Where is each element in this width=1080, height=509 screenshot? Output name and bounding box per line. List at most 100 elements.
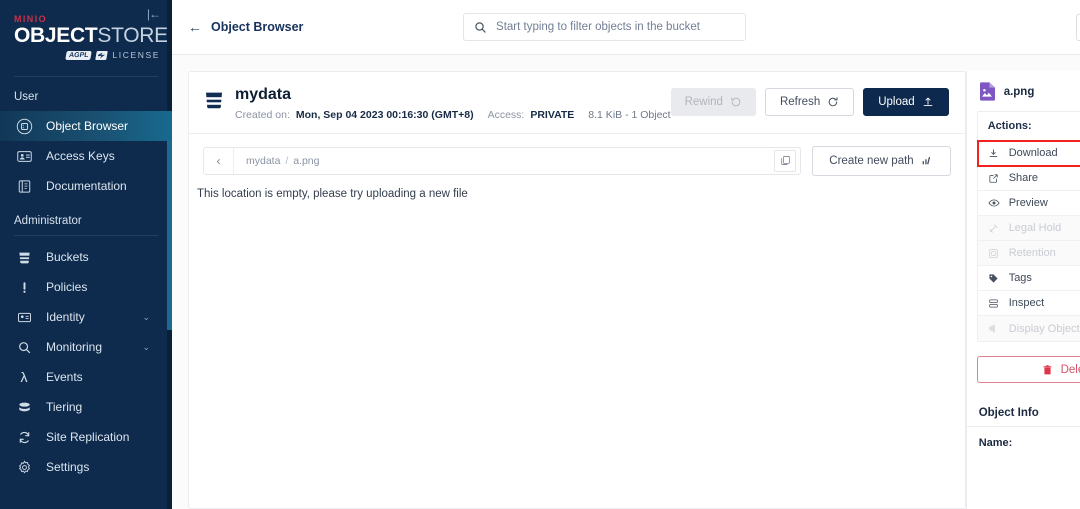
sidebar-item-access-keys[interactable]: Access Keys bbox=[0, 141, 172, 171]
arrow-left-icon: ← bbox=[188, 19, 202, 35]
topbar: ← Object Browser bbox=[172, 0, 1080, 55]
breadcrumb[interactable]: ‹ mydata / a.png bbox=[203, 146, 802, 175]
gear-icon[interactable] bbox=[1075, 13, 1080, 41]
trash-icon bbox=[1043, 364, 1052, 374]
new-path-icon bbox=[922, 157, 930, 165]
main-area: ← Object Browser Start typing to filter … bbox=[172, 0, 1080, 509]
agpl-badge: AGPL bbox=[65, 50, 93, 60]
search-icon bbox=[475, 21, 486, 33]
sidebar-item-label: Identity bbox=[46, 310, 85, 324]
search-box[interactable] bbox=[463, 13, 747, 41]
sidebar-item-label: Site Replication bbox=[46, 430, 130, 444]
monitoring-icon bbox=[14, 337, 34, 357]
sidebar-item-site-replication[interactable]: Site Replication bbox=[0, 422, 172, 452]
bucket-actions: Rewind Refresh Upload bbox=[670, 86, 949, 116]
copy-icon[interactable] bbox=[774, 149, 797, 172]
collapse-sidebar-icon[interactable]: |← bbox=[147, 8, 161, 20]
sidebar-item-tiering[interactable]: Tiering bbox=[0, 392, 172, 422]
sidebar-item-label: Monitoring bbox=[46, 340, 103, 354]
site-replication-icon bbox=[14, 427, 34, 447]
bucket-meta: Created on: Mon, Sep 04 2023 00:16:30 (G… bbox=[235, 109, 671, 121]
refresh-button[interactable]: Refresh bbox=[764, 88, 855, 116]
action-inspect[interactable]: Inspect bbox=[977, 291, 1080, 316]
breadcrumb-file[interactable]: a.png bbox=[293, 155, 319, 167]
bucket-icon bbox=[203, 89, 225, 116]
retention-icon bbox=[988, 248, 1000, 259]
upload-label: Upload bbox=[878, 96, 915, 108]
access-value: PRIVATE bbox=[530, 108, 575, 121]
action-label: Legal Hold bbox=[1008, 222, 1062, 234]
action-label: Preview bbox=[1008, 197, 1048, 209]
sidebar-section-user: User bbox=[14, 91, 39, 103]
action-download[interactable]: Download bbox=[976, 140, 1080, 167]
sidebar-item-label: Policies bbox=[46, 280, 88, 294]
action-share[interactable]: Share bbox=[977, 166, 1080, 191]
create-new-path-label: Create new path bbox=[829, 154, 914, 167]
sidebar-item-label: Buckets bbox=[46, 250, 89, 264]
bucket-name: mydata bbox=[235, 86, 292, 103]
created-label: Created on: bbox=[235, 108, 290, 121]
refresh-icon bbox=[828, 97, 838, 107]
back-to-object-browser[interactable]: ← Object Browser bbox=[188, 20, 303, 34]
sidebar-item-object-browser[interactable]: Object Browser bbox=[0, 111, 172, 141]
share-icon bbox=[988, 173, 1000, 184]
breadcrumb-bucket[interactable]: mydata bbox=[246, 155, 280, 167]
identity-icon bbox=[14, 307, 34, 327]
create-new-path-button[interactable]: Create new path bbox=[812, 145, 951, 176]
delete-label: Delete bbox=[1060, 363, 1080, 376]
rewind-icon bbox=[731, 97, 741, 107]
object-name-label: Name: bbox=[978, 437, 1013, 449]
access-label: Access: bbox=[487, 108, 525, 121]
sidebar-item-documentation[interactable]: Documentation bbox=[0, 171, 172, 201]
action-legal-hold: Legal Hold bbox=[977, 216, 1080, 241]
delete-button[interactable]: Delete bbox=[976, 356, 1080, 383]
agpl-logo-icon bbox=[95, 50, 109, 60]
sidebar-item-identity[interactable]: Identity ⌄ bbox=[0, 302, 172, 332]
object-info-title: Object Info bbox=[966, 407, 1080, 427]
content-area: mydata Created on: Mon, Sep 04 2023 00:1… bbox=[172, 55, 1080, 509]
events-icon: λ bbox=[20, 369, 28, 385]
action-label: Display Object Versions bbox=[1008, 322, 1080, 335]
action-tags[interactable]: Tags bbox=[977, 266, 1080, 291]
upload-button[interactable]: Upload bbox=[863, 88, 949, 116]
action-preview[interactable]: Preview bbox=[977, 191, 1080, 216]
action-display-object-versions: Display Object Versions bbox=[977, 316, 1080, 341]
versions-icon bbox=[988, 323, 1000, 334]
inspect-icon bbox=[988, 298, 1000, 309]
sidebar-item-buckets[interactable]: Buckets bbox=[0, 242, 172, 272]
sidebar-divider-2 bbox=[14, 235, 158, 236]
chevron-down-icon[interactable]: ⌄ bbox=[142, 312, 150, 323]
tags-icon bbox=[988, 273, 1000, 284]
actions-list: Actions: Download Share Preview Legal Ho… bbox=[976, 111, 1080, 342]
breadcrumb-crumbs: mydata / a.png bbox=[234, 155, 774, 167]
sidebar: |← MINIO OBJECTSTORE AGPL LICENSE User O… bbox=[0, 0, 172, 509]
object-details-panel: a.png |→ Actions: Download bbox=[965, 71, 1080, 509]
chevron-down-icon[interactable]: ⌄ bbox=[142, 342, 150, 353]
object-browser-icon bbox=[14, 116, 34, 136]
download-icon bbox=[988, 148, 1000, 159]
sidebar-item-events[interactable]: λ Events bbox=[0, 362, 172, 392]
sidebar-item-label: Documentation bbox=[46, 179, 127, 193]
sidebar-item-label: Object Browser bbox=[46, 119, 129, 133]
created-value: Mon, Sep 04 2023 00:16:30 (GMT+8) bbox=[295, 108, 474, 121]
minio-text: MINIO bbox=[14, 14, 47, 24]
sidebar-item-label: Tiering bbox=[46, 400, 83, 414]
sidebar-item-monitoring[interactable]: Monitoring ⌄ bbox=[0, 332, 172, 362]
sidebar-item-settings[interactable]: Settings bbox=[0, 452, 172, 482]
action-label: Download bbox=[1008, 147, 1058, 159]
chevron-left-icon[interactable]: ‹ bbox=[204, 147, 234, 174]
image-file-icon bbox=[979, 82, 996, 101]
object-store-wordmark: OBJECTSTORE bbox=[14, 25, 172, 46]
topbar-actions bbox=[906, 13, 1080, 41]
search-input[interactable] bbox=[496, 14, 736, 40]
bucket-header: mydata Created on: Mon, Sep 04 2023 00:1… bbox=[189, 72, 965, 133]
logo-object: OBJECT bbox=[14, 24, 98, 47]
sidebar-section-administrator: Administrator bbox=[14, 215, 82, 227]
bucket-icon bbox=[14, 247, 34, 267]
sidebar-item-policies[interactable]: Policies bbox=[0, 272, 172, 302]
action-retention: Retention bbox=[977, 241, 1080, 266]
settings-icon bbox=[14, 457, 34, 477]
documentation-icon bbox=[14, 176, 34, 196]
upload-icon bbox=[923, 97, 932, 106]
bucket-size-objects: 8.1 KiB - 1 Object bbox=[588, 108, 671, 121]
